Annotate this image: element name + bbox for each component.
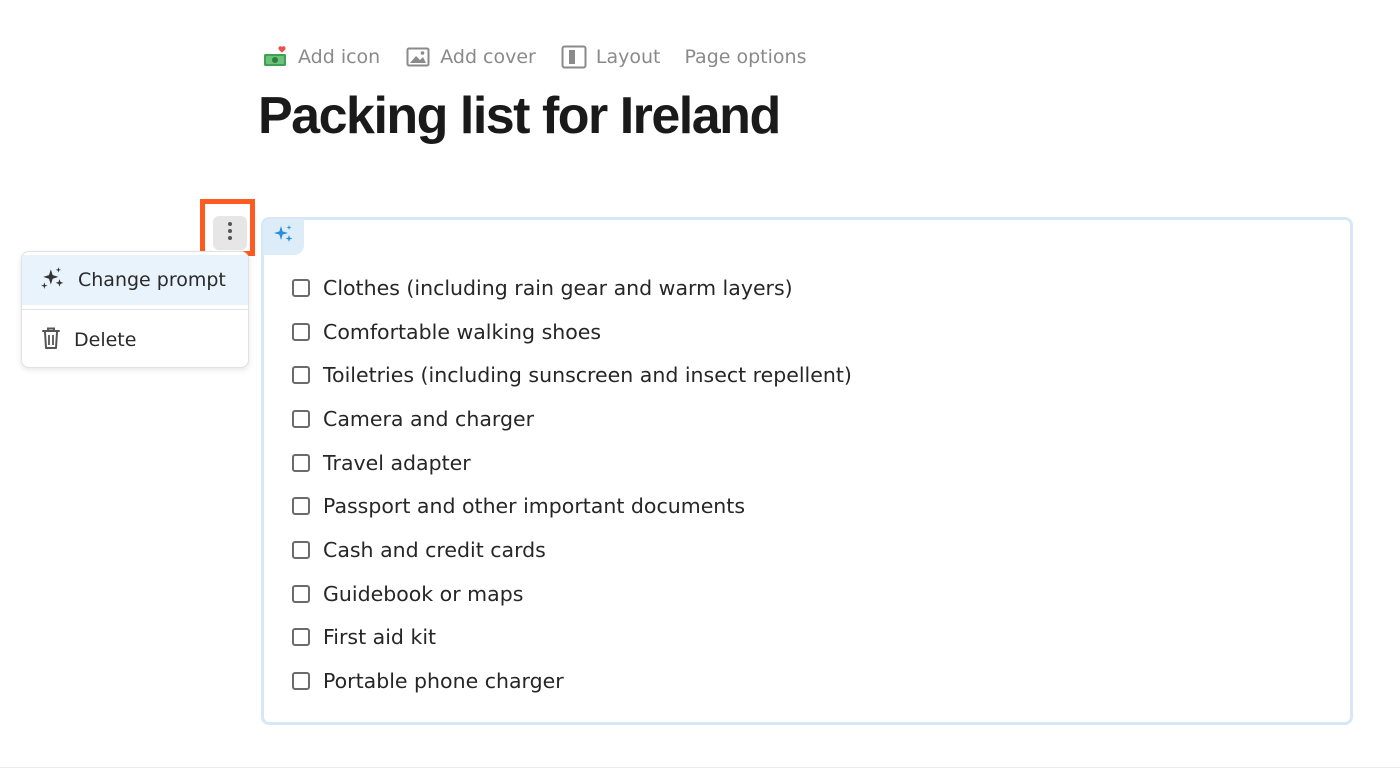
layout-button[interactable]: Layout <box>560 44 661 70</box>
checklist-item: Portable phone charger <box>292 659 852 703</box>
checklist-item-label[interactable]: Travel adapter <box>323 451 471 475</box>
change-prompt-label: Change prompt <box>78 269 226 291</box>
checkbox[interactable] <box>292 672 310 691</box>
delete-menu-item[interactable]: Delete <box>22 312 248 367</box>
add-cover-label: Add cover <box>440 46 536 68</box>
checkbox[interactable] <box>292 628 310 647</box>
checklist-item: Camera and charger <box>292 397 852 441</box>
checklist-item: Guidebook or maps <box>292 572 852 616</box>
checklist-item-label[interactable]: Cash and credit cards <box>323 538 546 562</box>
menu-divider <box>22 309 248 310</box>
ai-badge <box>263 219 304 255</box>
checklist-item-label[interactable]: Passport and other important documents <box>323 494 745 518</box>
checklist-item-label[interactable]: Guidebook or maps <box>323 582 523 606</box>
page-toolbar: Add icon Add cover Layout Page options <box>262 44 806 70</box>
page-options-button[interactable]: Page options <box>684 46 806 68</box>
checklist-item: Passport and other important documents <box>292 484 852 528</box>
checklist-item: Toiletries (including sunscreen and inse… <box>292 353 852 397</box>
page-options-label: Page options <box>684 46 807 68</box>
checklist-item-label[interactable]: Portable phone charger <box>323 669 564 693</box>
checkbox[interactable] <box>292 453 310 472</box>
checklist-item: Clothes (including rain gear and warm la… <box>292 266 852 310</box>
checklist: Clothes (including rain gear and warm la… <box>292 266 852 703</box>
layout-label: Layout <box>595 46 661 68</box>
checkbox[interactable] <box>292 322 310 341</box>
trash-icon <box>40 326 62 355</box>
checklist-item-label[interactable]: Camera and charger <box>323 407 534 431</box>
checklist-item-label[interactable]: Comfortable walking shoes <box>323 320 601 344</box>
ai-block: Clothes (including rain gear and warm la… <box>261 217 1353 725</box>
image-icon <box>404 44 432 70</box>
checklist-item: Cash and credit cards <box>292 528 852 572</box>
add-icon-button[interactable]: Add icon <box>262 44 380 70</box>
checklist-item-label[interactable]: Toiletries (including sunscreen and inse… <box>323 363 852 387</box>
block-options-button[interactable] <box>213 216 247 250</box>
checkbox[interactable] <box>292 366 310 385</box>
checklist-item-label[interactable]: Clothes (including rain gear and warm la… <box>323 276 793 300</box>
checklist-item: Travel adapter <box>292 441 852 485</box>
block-context-menu: Change prompt Delete <box>21 251 249 368</box>
divider <box>0 767 1400 768</box>
layout-icon <box>560 44 588 70</box>
money-heart-icon <box>262 44 290 70</box>
checkbox[interactable] <box>292 409 310 428</box>
delete-label: Delete <box>74 329 137 351</box>
add-cover-button[interactable]: Add cover <box>404 44 536 70</box>
checklist-item: First aid kit <box>292 616 852 660</box>
page-title[interactable]: Packing list for Ireland <box>258 86 781 146</box>
checkbox[interactable] <box>292 497 310 516</box>
checklist-item-label[interactable]: First aid kit <box>323 625 436 649</box>
sparkles-icon <box>40 265 66 296</box>
checklist-item: Comfortable walking shoes <box>292 310 852 354</box>
add-icon-label: Add icon <box>298 46 381 68</box>
sparkles-icon <box>272 223 296 252</box>
change-prompt-menu-item[interactable]: Change prompt <box>22 255 248 305</box>
more-vertical-icon <box>227 221 233 246</box>
page: Add icon Add cover Layout Page options P… <box>0 0 1400 770</box>
checkbox[interactable] <box>292 584 310 603</box>
checkbox[interactable] <box>292 278 310 297</box>
checkbox[interactable] <box>292 540 310 559</box>
